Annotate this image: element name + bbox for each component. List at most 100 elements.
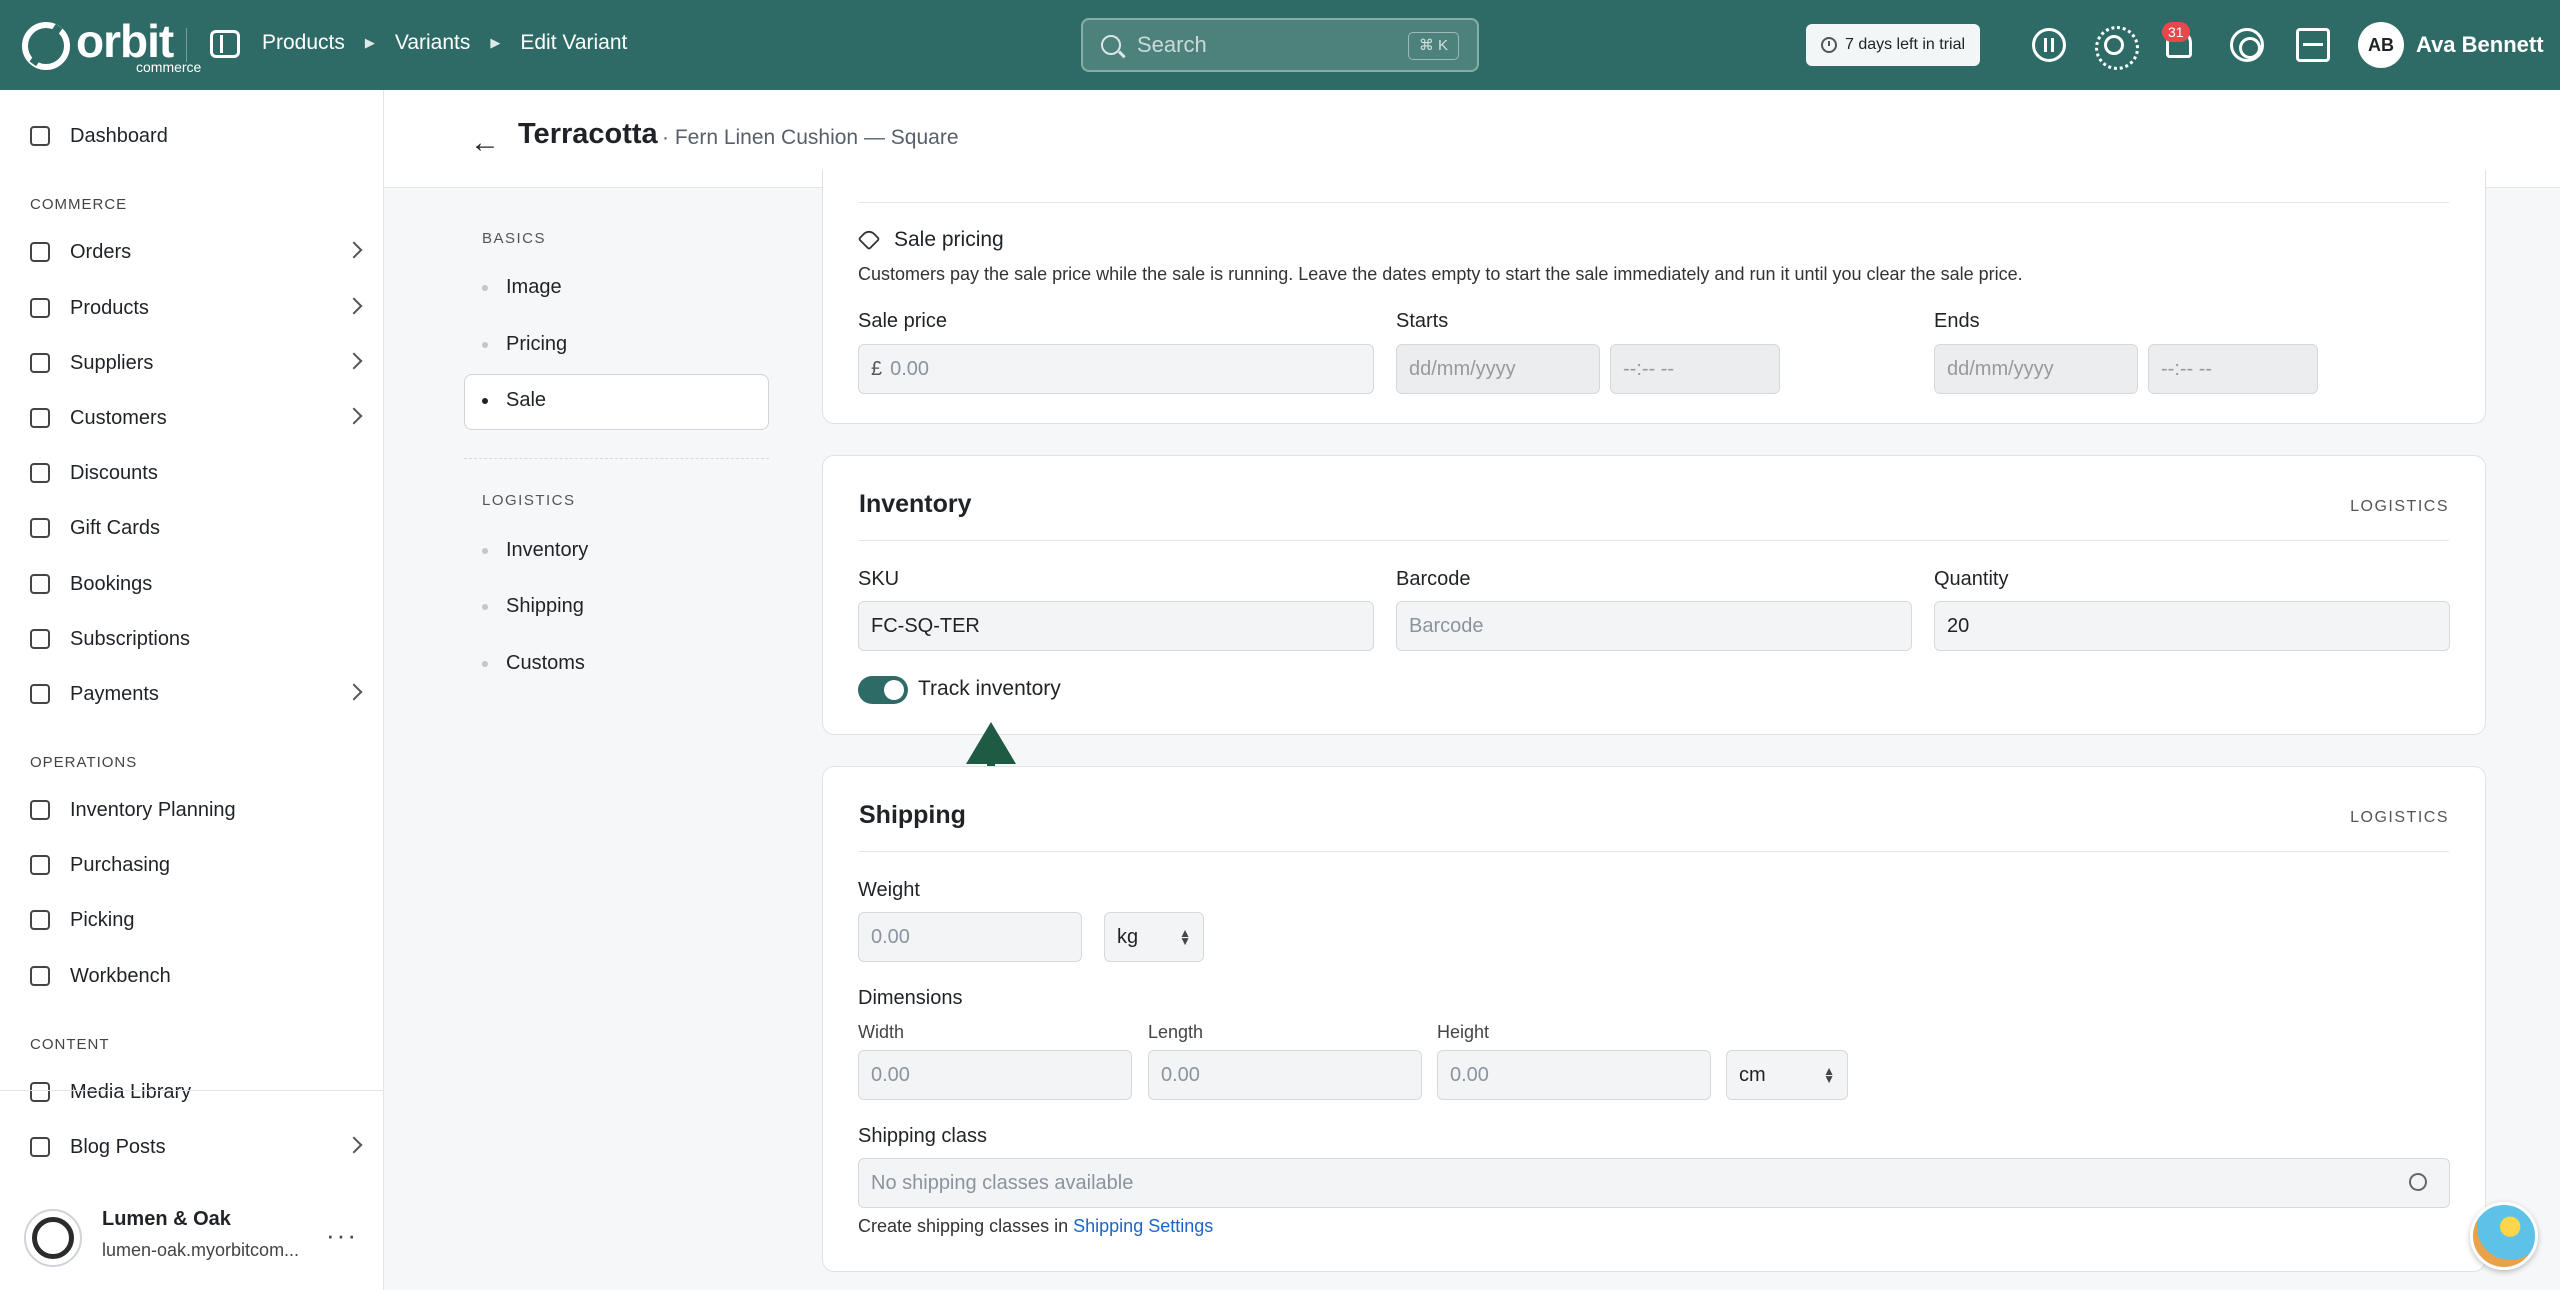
sidebar-item-label: Workbench bbox=[70, 964, 171, 987]
sidebar-item-label: Gift Cards bbox=[70, 516, 161, 539]
barcode-label: Barcode bbox=[1396, 568, 1471, 590]
sidebar-item-picking[interactable]: Picking bbox=[30, 900, 360, 940]
section-nav-label: Customs bbox=[506, 652, 585, 674]
back-arrow-icon[interactable]: ← bbox=[470, 126, 500, 160]
section-nav-inventory[interactable]: Inventory bbox=[482, 539, 588, 562]
bullet-icon bbox=[482, 397, 488, 404]
shipping-settings-link[interactable]: Shipping Settings bbox=[1073, 1216, 1213, 1236]
time-placeholder: --:-- -- bbox=[2161, 357, 2213, 380]
card-divider bbox=[859, 540, 2449, 541]
length-input[interactable]: 0.00 bbox=[1148, 1050, 1422, 1100]
chevron-right-icon bbox=[345, 352, 363, 370]
sale-price-input[interactable]: £ 0.00 bbox=[858, 344, 1374, 394]
help-lifebuoy-icon[interactable] bbox=[2230, 28, 2264, 62]
package-icon bbox=[30, 966, 50, 986]
logo-subtext: commerce bbox=[136, 59, 202, 75]
sidebar-item-label: Payments bbox=[70, 682, 159, 705]
search-icon bbox=[1101, 35, 1121, 55]
chevron-right-icon bbox=[345, 241, 363, 259]
sidebar-item-customers[interactable]: Customers bbox=[30, 398, 363, 438]
bullet-icon bbox=[482, 660, 488, 667]
height-input[interactable]: 0.00 bbox=[1437, 1050, 1711, 1100]
search-input[interactable]: Search ⌘ K bbox=[1081, 18, 1479, 72]
map-pin-icon bbox=[30, 910, 50, 930]
assistant-launcher-icon[interactable] bbox=[2470, 1202, 2538, 1270]
sale-start-time-input[interactable]: --:-- -- bbox=[1610, 344, 1780, 394]
date-placeholder: dd/mm/yyyy bbox=[1947, 357, 2054, 380]
section-nav-customs[interactable]: Customs bbox=[482, 652, 585, 675]
sidebar-item-suppliers[interactable]: Suppliers bbox=[30, 343, 363, 383]
store-switcher[interactable] bbox=[0, 1090, 384, 1267]
sidebar-section-operations: OPERATIONS bbox=[30, 754, 138, 771]
sidebar-item-inventory-planning[interactable]: Inventory Planning bbox=[30, 790, 360, 830]
shipping-class-input[interactable]: No shipping classes available bbox=[858, 1158, 2450, 1208]
sale-end-time-input[interactable]: --:-- -- bbox=[2148, 344, 2318, 394]
track-inventory-toggle[interactable] bbox=[858, 676, 908, 704]
storefront-icon[interactable] bbox=[2296, 28, 2330, 62]
shipping-title: Shipping bbox=[859, 801, 966, 829]
sidebar-item-products[interactable]: Products bbox=[30, 288, 363, 328]
card-divider bbox=[859, 851, 2449, 852]
sidebar-item-label: Suppliers bbox=[70, 351, 154, 374]
sidebar-item-orders[interactable]: Orders bbox=[30, 232, 363, 272]
barcode-placeholder: Barcode bbox=[1409, 614, 1484, 637]
dashboard-icon bbox=[30, 126, 50, 146]
user-name[interactable]: Ava Bennett bbox=[2416, 32, 2544, 58]
sidebar-item-purchasing[interactable]: Purchasing bbox=[30, 845, 360, 885]
sidebar-item-label: Bookings bbox=[70, 572, 153, 595]
discount-tag-icon bbox=[30, 463, 50, 483]
breadcrumb-edit-variant: Edit Variant bbox=[520, 31, 628, 54]
section-nav-image[interactable]: Image bbox=[482, 276, 562, 299]
section-nav-label: Shipping bbox=[506, 595, 584, 617]
breadcrumb-products[interactable]: Products bbox=[262, 31, 345, 55]
dimension-unit-select[interactable]: cm ▲ ▼ bbox=[1726, 1050, 1848, 1100]
dimensions-label: Dimensions bbox=[858, 987, 963, 1009]
sidebar-item-gift-cards[interactable]: Gift Cards bbox=[30, 508, 360, 548]
sidebar-item-label: Dashboard bbox=[70, 124, 168, 147]
products-icon bbox=[30, 298, 50, 318]
inventory-section-tag: LOGISTICS bbox=[2350, 498, 2449, 515]
bullet-icon bbox=[482, 284, 488, 291]
sidebar-item-discounts[interactable]: Discounts bbox=[30, 453, 360, 493]
section-nav-pricing[interactable]: Pricing bbox=[482, 333, 567, 356]
pause-icon[interactable] bbox=[2032, 28, 2066, 62]
credit-card-icon bbox=[30, 684, 50, 704]
barcode-input[interactable]: Barcode bbox=[1396, 601, 1912, 651]
orbit-logo[interactable]: orbit commerce bbox=[22, 18, 201, 74]
quantity-input[interactable]: 20 bbox=[1934, 601, 2450, 651]
bullet-icon bbox=[482, 603, 488, 610]
sale-start-date-input[interactable]: dd/mm/yyyy bbox=[1396, 344, 1600, 394]
search-icon bbox=[2409, 1173, 2427, 1191]
section-nav-logistics-label: LOGISTICS bbox=[482, 492, 576, 509]
card-divider bbox=[859, 202, 2449, 203]
sku-input[interactable]: FC-SQ-TER bbox=[858, 601, 1374, 651]
trial-text: 7 days left in trial bbox=[1844, 36, 1966, 53]
clipboard-icon bbox=[30, 800, 50, 820]
section-nav-shipping[interactable]: Shipping bbox=[482, 595, 584, 618]
weight-input[interactable]: 0.00 bbox=[858, 912, 1082, 962]
date-placeholder: dd/mm/yyyy bbox=[1409, 357, 1516, 380]
sale-end-date-input[interactable]: dd/mm/yyyy bbox=[1934, 344, 2138, 394]
section-nav-sale[interactable]: Sale bbox=[482, 389, 546, 412]
width-input[interactable]: 0.00 bbox=[858, 1050, 1132, 1100]
store-name[interactable]: Lumen & Oak bbox=[102, 1208, 231, 1231]
sidebar-toggle-icon[interactable] bbox=[210, 30, 240, 58]
weight-unit-select[interactable]: kg ▲ ▼ bbox=[1104, 912, 1204, 962]
sidebar-item-label: Picking bbox=[70, 908, 135, 931]
section-nav-label: Pricing bbox=[506, 333, 568, 355]
theme-sun-icon[interactable] bbox=[2095, 26, 2139, 70]
breadcrumb-variants[interactable]: Variants bbox=[395, 31, 470, 55]
sidebar-item-workbench[interactable]: Workbench bbox=[30, 956, 360, 996]
trial-badge[interactable]: 7 days left in trial bbox=[1806, 24, 1980, 66]
avatar[interactable]: AB bbox=[2358, 22, 2404, 68]
sidebar-item-subscriptions[interactable]: Subscriptions bbox=[30, 619, 360, 659]
topbar-divider bbox=[186, 28, 187, 62]
sidebar-item-bookings[interactable]: Bookings bbox=[30, 564, 360, 604]
shipping-class-placeholder: No shipping classes available bbox=[871, 1171, 1134, 1194]
sidebar-item-payments[interactable]: Payments bbox=[30, 674, 363, 714]
section-nav-label: Image bbox=[506, 276, 562, 298]
currency-symbol: £ bbox=[871, 357, 883, 380]
section-nav-basics-label: BASICS bbox=[482, 230, 547, 247]
sidebar-item-dashboard[interactable]: Dashboard bbox=[30, 116, 360, 156]
more-options-icon[interactable]: ··· bbox=[326, 1220, 358, 1251]
